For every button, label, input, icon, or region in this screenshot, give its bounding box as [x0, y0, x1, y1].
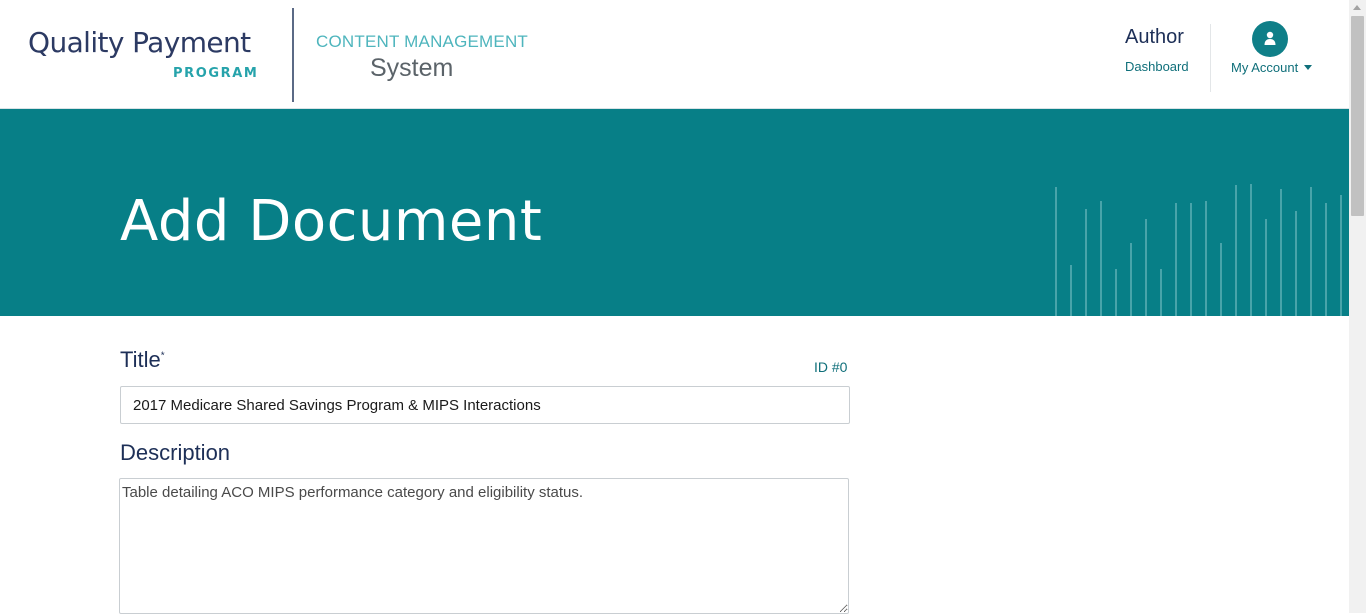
page-banner: Add Document	[0, 109, 1349, 316]
logo-divider	[292, 8, 294, 102]
description-label: Description	[120, 440, 231, 465]
description-textarea[interactable]: Table detailing ACO MIPS performance cat…	[119, 478, 849, 614]
site-header: Quality Payment PROGRAM CONTENT MANAGEME…	[0, 0, 1349, 109]
title-input[interactable]	[120, 386, 850, 424]
document-id: ID #0	[814, 359, 848, 375]
app-name-line2: System	[370, 54, 454, 82]
required-marker: *	[160, 350, 165, 362]
dashboard-link[interactable]: Dashboard	[1125, 59, 1189, 74]
scrollbar-thumb[interactable]	[1351, 16, 1364, 216]
account-avatar-button[interactable]	[1252, 21, 1288, 57]
my-account-menu[interactable]: My Account	[1231, 60, 1313, 75]
page-title: Add Document	[120, 189, 543, 254]
logo-text-quality-payment: Quality Payment	[28, 26, 251, 59]
decorative-lines	[1055, 184, 1342, 316]
title-label-text: Title	[120, 347, 161, 372]
caret-down-icon	[1304, 65, 1313, 70]
user-icon	[1264, 31, 1276, 45]
user-role-label: Author	[1125, 26, 1184, 48]
qpp-logo[interactable]: Quality Payment PROGRAM	[28, 26, 257, 81]
logo-text-program: PROGRAM	[173, 66, 259, 81]
my-account-label: My Account	[1231, 60, 1299, 75]
nav-divider	[1210, 24, 1211, 92]
scroll-up-arrow-icon[interactable]	[1353, 5, 1361, 10]
page-scrollbar[interactable]	[1349, 0, 1366, 613]
title-label: Title*	[120, 347, 165, 373]
app-name-line1: CONTENT MANAGEMENT	[316, 32, 529, 51]
